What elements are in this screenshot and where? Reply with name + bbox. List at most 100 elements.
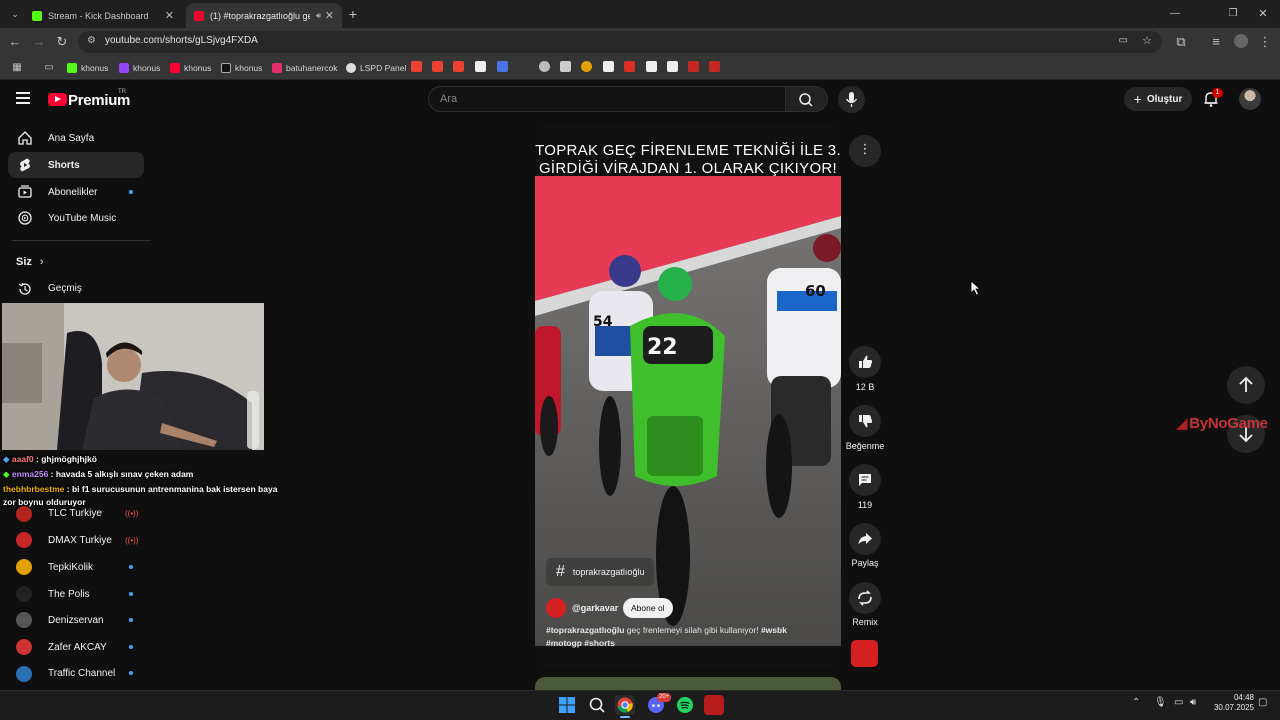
taskbar-search-icon[interactable] <box>587 695 607 715</box>
volume-icon[interactable]: 🔊︎ <box>1190 697 1196 708</box>
channel-avatar[interactable] <box>546 598 566 618</box>
m-icon[interactable] <box>688 61 699 72</box>
restore-icon[interactable]: ❐ <box>1224 5 1242 23</box>
new-tab-button[interactable]: + <box>344 5 362 23</box>
bookmark-instagram[interactable]: batuhanercok <box>272 61 338 75</box>
notification-center-icon[interactable]: ▢ <box>1258 697 1267 708</box>
profile-avatar[interactable] <box>1234 34 1248 48</box>
cast-icon[interactable]: ▭ <box>1119 35 1128 46</box>
globe-icon[interactable] <box>539 61 550 72</box>
gmail-icon[interactable] <box>453 61 464 72</box>
channel-name[interactable]: DMAX Turkiye <box>48 535 112 546</box>
dash-icon[interactable] <box>646 61 657 72</box>
caption-hashtag[interactable]: #toprakrazgatlıoğlu <box>546 625 624 635</box>
active-app-indicator <box>620 716 630 718</box>
previous-short-button[interactable] <box>1227 366 1265 404</box>
close-window-icon[interactable]: ✕ <box>1254 5 1272 23</box>
system-clock[interactable]: 04:48 30.07.2025 <box>1208 693 1254 713</box>
f-icon[interactable] <box>667 61 678 72</box>
live-icon: ((•)) <box>125 536 139 545</box>
bookmark-lspd-panel[interactable]: LSPD Panel <box>346 61 406 75</box>
thumbs-down-icon <box>859 415 873 428</box>
remix-button[interactable] <box>849 582 881 614</box>
bookmark-khonus-twitch[interactable]: khonus <box>119 61 160 75</box>
hamburger-menu-icon[interactable] <box>16 92 30 104</box>
like-button[interactable] <box>849 346 881 378</box>
address-bar[interactable]: ⚙︎ youtube.com/shorts/gLSjvg4FXDA ▭ ☆ <box>78 31 1162 53</box>
shield-icon[interactable] <box>497 61 508 72</box>
close-icon[interactable]: ✕ <box>165 9 174 22</box>
channel-avatar <box>16 586 32 602</box>
channel-name[interactable]: TepkiKolik <box>48 562 93 573</box>
network-icon[interactable]: ▭ <box>1174 697 1183 708</box>
hashtag-chip[interactable]: # toprakrazgatlıoğlu <box>546 558 655 586</box>
search-input[interactable] <box>428 86 786 112</box>
media-controls-icon[interactable]: ≡ <box>1207 33 1225 51</box>
subscribe-button[interactable]: Abone ol <box>623 598 673 618</box>
apps-icon[interactable]: ▦ <box>8 59 26 77</box>
create-button[interactable]: + Oluştur <box>1124 87 1192 111</box>
dislike-button[interactable] <box>849 405 881 437</box>
pdf-icon[interactable] <box>624 61 635 72</box>
chat-message: ◆ enma256 : havada 5 alkışlı sınav çeken… <box>3 469 194 479</box>
a-icon[interactable] <box>603 61 614 72</box>
comments-button[interactable] <box>849 464 881 496</box>
channel-avatar <box>16 506 32 522</box>
folder-icon[interactable]: ▭ <box>40 59 58 77</box>
diamond-icon[interactable] <box>475 61 486 72</box>
shorts-player[interactable]: TOPRAK GEÇ FİRENLEME TEKNİĞİ İLE 3. GİRD… <box>535 124 841 667</box>
tab-kick-dashboard[interactable]: Stream - Kick Dashboard ✕ <box>24 3 182 28</box>
reload-icon[interactable]: ↻ <box>53 33 71 51</box>
calculator-icon[interactable] <box>560 61 571 72</box>
tab-strip: ⌄ Stream - Kick Dashboard ✕ (1) #toprakr… <box>0 0 1280 28</box>
channel-name[interactable]: Zafer AKCAY <box>48 642 107 653</box>
menu-icon[interactable]: ⋮ <box>1256 33 1274 51</box>
notifications-button[interactable]: 1 <box>1203 88 1223 108</box>
search-button[interactable] <box>786 86 828 112</box>
more-options-button[interactable]: ⋮ <box>849 135 881 167</box>
back-icon[interactable]: ← <box>6 33 24 51</box>
channel-name[interactable]: Denizservan <box>48 615 104 626</box>
youtube-icon <box>194 10 204 21</box>
tab-youtube-short[interactable]: (1) #toprakrazgatlıoğlu geç 🔊︎ ✕ <box>186 3 342 28</box>
channel-avatar <box>16 612 32 628</box>
account-avatar[interactable] <box>1239 88 1261 110</box>
chrome-taskbar-button[interactable] <box>615 695 635 715</box>
tray-chevron-up-icon[interactable]: ⌃ <box>1132 697 1140 708</box>
bookmark-star-icon[interactable]: ☆ <box>1142 34 1152 47</box>
minimize-icon[interactable]: — <box>1166 5 1184 23</box>
sound-thumbnail[interactable] <box>851 640 878 667</box>
channel-name[interactable]: Traffic Channel <box>48 668 115 679</box>
windows-taskbar <box>0 690 1280 720</box>
windows-start-icon[interactable] <box>557 695 577 715</box>
bookmark-khonus-kick[interactable]: khonus <box>67 61 108 75</box>
channel-name[interactable]: TLC Turkiye <box>48 508 102 519</box>
speaker-icon[interactable]: 🔊︎ <box>316 11 321 21</box>
microphone-tray-icon[interactable]: 🎙︎ <box>1154 697 1167 708</box>
m-icon[interactable] <box>709 61 720 72</box>
voice-search-button[interactable] <box>838 86 865 113</box>
cat-icon[interactable] <box>581 61 592 72</box>
spotify-taskbar-button[interactable] <box>675 695 695 715</box>
hashtag-icon: # <box>556 563 565 580</box>
caption-hashtag[interactable]: #wsbk <box>761 625 787 635</box>
site-info-icon[interactable]: ⚙︎ <box>87 35 96 46</box>
share-button[interactable] <box>849 523 881 555</box>
caption-hashtag[interactable]: #motogp #shorts <box>546 638 615 648</box>
channel-handle[interactable]: @garkavar <box>572 603 618 613</box>
forward-icon[interactable]: → <box>30 33 48 51</box>
gmail-icon[interactable] <box>411 61 422 72</box>
search-icon <box>799 93 813 107</box>
close-icon[interactable]: ✕ <box>325 9 334 22</box>
channel-name[interactable]: The Polis <box>48 589 90 600</box>
tab-search-icon[interactable]: ⌄ <box>6 5 24 23</box>
gmail-icon[interactable] <box>432 61 443 72</box>
tab-title: Stream - Kick Dashboard <box>48 10 149 21</box>
youtube-logo-icon[interactable] <box>48 93 67 106</box>
bookmark-khonus-x[interactable]: khonus <box>221 61 262 75</box>
bookmark-khonus-youtube[interactable]: khonus <box>170 61 211 75</box>
next-short-preview[interactable] <box>535 677 841 690</box>
you-section-header[interactable]: Siz › <box>16 256 44 268</box>
extensions-icon[interactable]: ⧉ <box>1172 33 1190 51</box>
streaming-app-taskbar-button[interactable] <box>704 695 724 715</box>
